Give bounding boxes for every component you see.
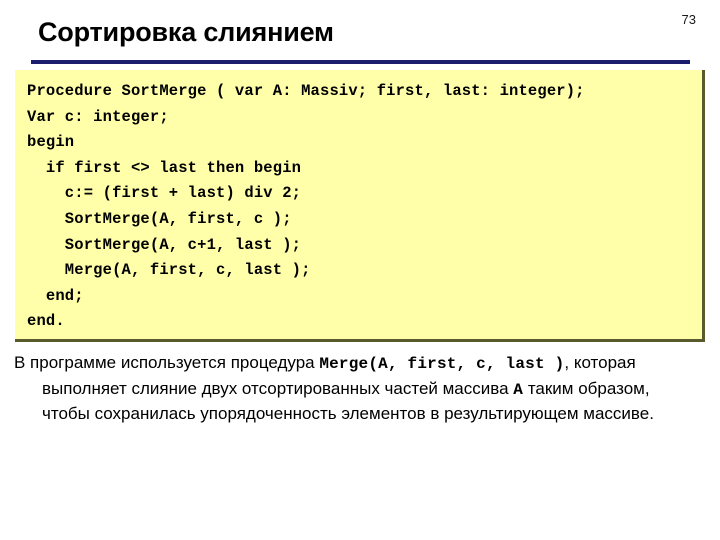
code-line: Var c: integer; bbox=[27, 107, 169, 126]
page-title: Сортировка слиянием bbox=[38, 17, 334, 47]
inline-code: Merge(A, first, c, last ) bbox=[319, 355, 565, 373]
inline-text: В программе используется процедура bbox=[14, 353, 320, 372]
code-line: SortMerge(A, first, c ); bbox=[27, 209, 292, 228]
code-block: Procedure SortMerge ( var A: Massiv; fir… bbox=[15, 70, 705, 342]
code-line: Procedure SortMerge ( var A: Massiv; fir… bbox=[27, 82, 585, 100]
code-line: end. bbox=[27, 312, 65, 331]
page-number: 73 bbox=[681, 12, 696, 27]
slide-canvas: 73 Сортировка слиянием Procedure SortMer… bbox=[0, 0, 720, 540]
body-paragraph-text: В программе используется процедура Merge… bbox=[14, 351, 700, 426]
code-line: begin bbox=[27, 133, 75, 152]
code-line: end; bbox=[27, 286, 84, 305]
body-paragraph: В программе используется процедура Merge… bbox=[14, 351, 700, 426]
inline-code: A bbox=[513, 380, 524, 399]
code-line: SortMerge(A, c+1, last ); bbox=[27, 235, 302, 254]
code-line: Merge(A, first, c, last ); bbox=[27, 261, 311, 280]
title-divider bbox=[31, 60, 690, 64]
code-line: c:= (first + last) div 2; bbox=[27, 184, 302, 203]
code-line: if first <> last then begin bbox=[27, 158, 302, 177]
